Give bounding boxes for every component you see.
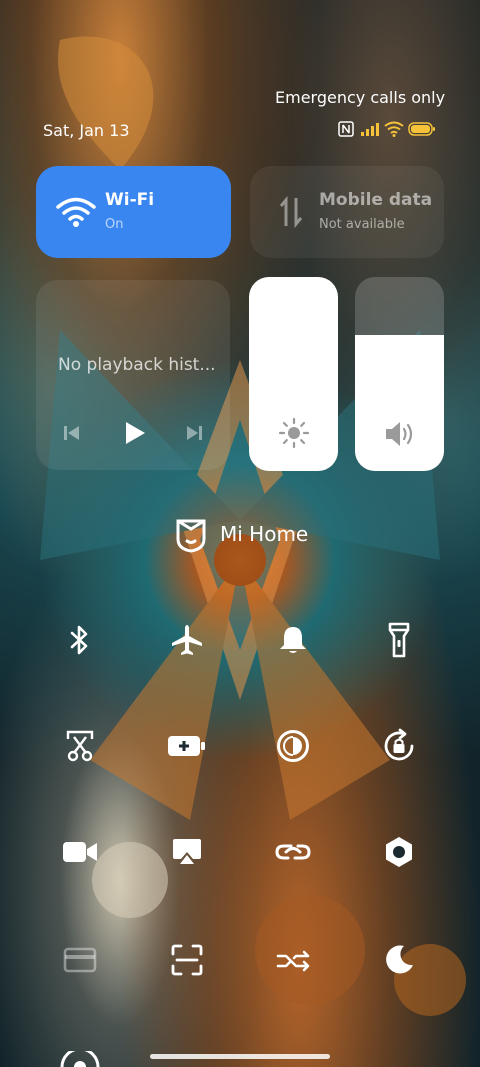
scanner-toggle[interactable] (155, 928, 219, 992)
screenshot-toggle[interactable] (48, 714, 112, 778)
moon-icon (386, 945, 413, 974)
bluetooth-toggle[interactable] (48, 608, 112, 672)
cast-toggle[interactable] (155, 820, 219, 884)
carrier-text: Emergency calls only (275, 88, 446, 107)
mi-home-button[interactable]: Mi Home (160, 512, 320, 558)
battery-saver-toggle[interactable] (155, 714, 219, 778)
airplane-icon (172, 625, 202, 655)
scan-icon (171, 944, 203, 976)
volume-fill (355, 335, 444, 471)
airplane-mode-toggle[interactable] (155, 608, 219, 672)
wifi-tile-title: Wi-Fi (105, 190, 155, 210)
play-icon[interactable] (122, 420, 148, 446)
settings-hex-icon (386, 837, 412, 867)
date-text: Sat, Jan 13 (43, 121, 130, 140)
link-icon (275, 844, 311, 860)
card-icon (63, 947, 97, 973)
settings-toggle[interactable] (367, 820, 431, 884)
next-track-icon[interactable] (184, 423, 204, 443)
data-saver-toggle[interactable] (261, 928, 325, 992)
cast-icon (173, 839, 201, 864)
rotation-lock-icon (384, 728, 414, 761)
battery-plus-icon (168, 736, 205, 756)
mi-home-label: Mi Home (220, 522, 309, 546)
partial-row-icon (60, 1051, 100, 1067)
data-saver-icon (276, 950, 310, 972)
wifi-tile[interactable]: Wi-Fi On (36, 166, 231, 258)
screen-recorder-toggle[interactable] (48, 820, 112, 884)
card-toggle[interactable] (48, 928, 112, 992)
bluetooth-icon (70, 625, 88, 655)
video-camera-icon (63, 842, 97, 862)
signal-icon (361, 123, 379, 136)
wifi-icon (56, 197, 96, 227)
media-status-text: No playback hist... (58, 355, 216, 375)
flashlight-toggle[interactable] (367, 608, 431, 672)
home-indicator[interactable] (150, 1054, 330, 1059)
bell-icon (280, 627, 306, 653)
wifi-status-icon (384, 121, 404, 137)
brightness-slider[interactable] (249, 277, 338, 471)
contrast-icon (277, 730, 309, 762)
flashlight-icon (388, 622, 410, 658)
media-player: No playback hist... (36, 280, 230, 470)
volume-icon (385, 422, 412, 446)
mobile-data-status: Not available (319, 217, 405, 232)
wifi-tile-status: On (105, 217, 124, 232)
mi-home-icon (176, 519, 206, 553)
link-toggle[interactable] (261, 820, 325, 884)
rotation-lock-toggle[interactable] (367, 714, 431, 778)
previous-track-icon[interactable] (62, 423, 82, 443)
mobile-data-tile[interactable]: Mobile data Not available (250, 166, 444, 258)
status-icons (338, 120, 438, 138)
ringer-toggle[interactable] (261, 608, 325, 672)
volume-slider[interactable] (355, 277, 444, 471)
contrast-toggle[interactable] (261, 714, 325, 778)
brightness-icon (278, 417, 309, 449)
battery-icon (408, 122, 435, 136)
scissors-icon (66, 730, 94, 762)
dark-mode-toggle[interactable] (367, 928, 431, 992)
mobile-data-icon (279, 196, 303, 228)
mobile-data-title: Mobile data (319, 190, 433, 210)
nfc-icon (338, 121, 354, 137)
